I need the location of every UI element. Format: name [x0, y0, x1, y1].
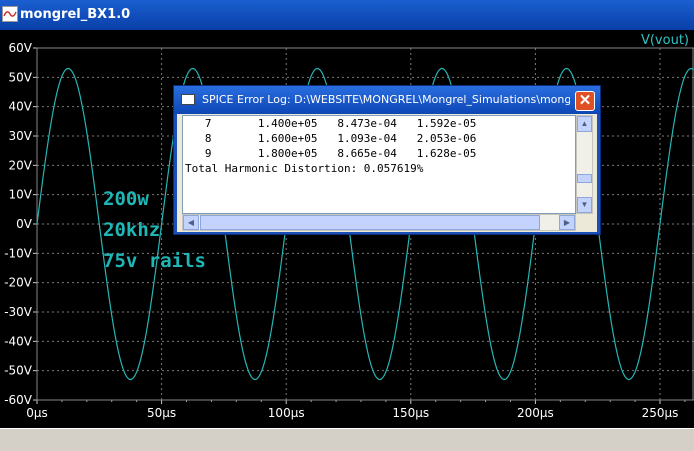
y-tick-label: 30V: [9, 129, 33, 143]
scroll-down-button[interactable]: ▼: [577, 197, 592, 213]
y-tick-label: -20V: [4, 276, 33, 290]
status-bar: [0, 428, 694, 451]
window-title: mongrel_BX1.0: [20, 7, 131, 22]
horizontal-scroll-thumb[interactable]: [200, 215, 540, 230]
waveform-icon: [2, 6, 18, 22]
thd-line: Total Harmonic Distortion: 0.057619%: [185, 162, 424, 175]
dialog-body: 7 1.400e+05 8.473e-04 1.592e-05 8 1.600e…: [177, 114, 597, 232]
y-tick-label: 20V: [9, 158, 33, 172]
title-bar: mongrel_BX1.0: [0, 0, 694, 30]
x-tick-label: 150µs: [392, 406, 429, 420]
x-tick-label: 50µs: [147, 406, 176, 420]
log-line: 8 1.600e+05 1.093e-04 2.053e-06: [185, 132, 477, 145]
scroll-left-button[interactable]: ◀: [183, 215, 199, 230]
resize-grip[interactable]: [576, 214, 593, 231]
dialog-title: SPICE Error Log: D:\WEBSITE\MONGREL\Mong…: [202, 93, 570, 106]
log-text-area[interactable]: 7 1.400e+05 8.473e-04 1.592e-05 8 1.600e…: [182, 115, 576, 214]
y-tick-label: -10V: [4, 246, 33, 260]
annotation-rails: 75v rails: [103, 250, 206, 272]
y-tick-label: 60V: [9, 41, 33, 55]
y-tick-label: 0V: [16, 217, 33, 231]
y-tick-label: 10V: [9, 188, 33, 202]
x-tick-label: 100µs: [268, 406, 305, 420]
y-tick-label: -30V: [4, 305, 33, 319]
y-tick-label: -50V: [4, 364, 33, 378]
vertical-scrollbar[interactable]: ▲ ▼: [576, 115, 593, 214]
y-tick-label: 40V: [9, 100, 33, 114]
vertical-scroll-thumb[interactable]: [577, 174, 592, 183]
y-tick-label: -40V: [4, 334, 33, 348]
y-tick-label: 50V: [9, 70, 33, 84]
y-tick-label: -60V: [4, 393, 33, 407]
window-icon: [181, 94, 195, 105]
close-button[interactable]: ✕: [575, 91, 595, 111]
scroll-up-button[interactable]: ▲: [577, 116, 592, 132]
scroll-right-button[interactable]: ▶: [559, 215, 575, 230]
spice-error-log-dialog[interactable]: SPICE Error Log: D:\WEBSITE\MONGREL\Mong…: [173, 85, 601, 235]
horizontal-scrollbar[interactable]: ◀ ▶: [182, 214, 576, 231]
log-line: 9 1.800e+05 8.665e-04 1.628e-05: [185, 147, 477, 160]
annotation-power: 200w: [103, 188, 149, 210]
x-tick-label: 0µs: [26, 406, 48, 420]
trace-label[interactable]: V(vout): [641, 33, 689, 48]
annotation-frequency: 20khz: [103, 219, 161, 241]
x-tick-label: 250µs: [642, 406, 679, 420]
x-tick-label: 200µs: [517, 406, 554, 420]
dialog-title-bar[interactable]: SPICE Error Log: D:\WEBSITE\MONGREL\Mong…: [174, 86, 600, 114]
log-line: 7 1.400e+05 8.473e-04 1.592e-05: [185, 117, 477, 130]
